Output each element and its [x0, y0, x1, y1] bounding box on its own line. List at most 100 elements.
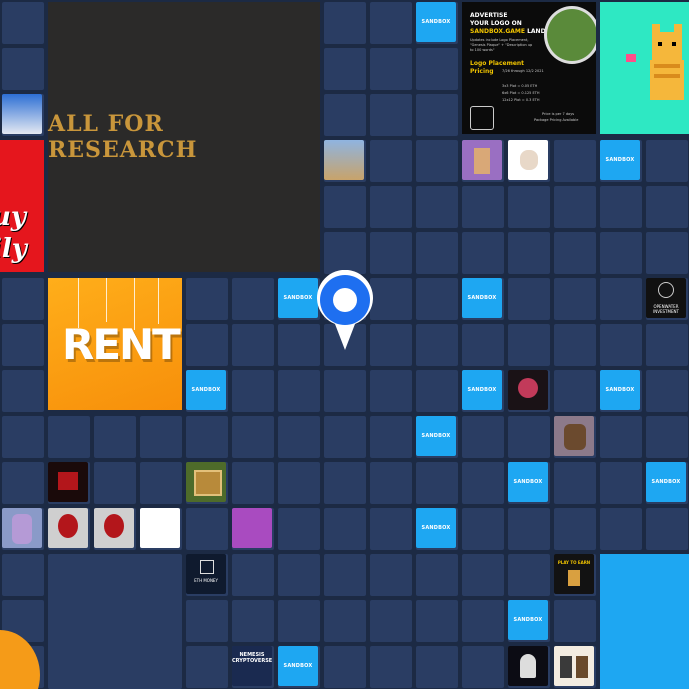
land-parcel[interactable]: [646, 140, 688, 182]
land-parcel[interactable]: [508, 186, 550, 228]
sandbox-land[interactable]: SANDBOX: [416, 508, 456, 548]
land-parcel[interactable]: [646, 370, 688, 412]
land-parcel[interactable]: [416, 370, 458, 412]
estate-advertise[interactable]: ADVERTISE YOUR LOGO ON SANDBOX.GAME LAND…: [462, 2, 596, 134]
land-parcel[interactable]: [2, 2, 44, 44]
land-parcel[interactable]: [646, 508, 688, 550]
land-parcel[interactable]: [508, 278, 550, 320]
land-parcel[interactable]: [278, 554, 320, 596]
land-parcel[interactable]: [600, 508, 642, 550]
land-tile-play-to-earn[interactable]: PLAY TO EARN: [554, 554, 594, 594]
land-parcel[interactable]: [94, 462, 136, 504]
land-parcel[interactable]: [324, 508, 366, 550]
land-parcel[interactable]: [278, 416, 320, 458]
land-parcel[interactable]: [324, 646, 366, 688]
land-parcel[interactable]: [324, 48, 366, 90]
land-parcel[interactable]: [508, 324, 550, 366]
land-parcel[interactable]: [370, 600, 412, 642]
land-parcel[interactable]: [600, 416, 642, 458]
land-tile-blank[interactable]: [140, 508, 180, 548]
land-parcel[interactable]: [600, 324, 642, 366]
land-parcel[interactable]: [2, 324, 44, 366]
land-tile-image[interactable]: [554, 646, 594, 686]
land-parcel[interactable]: [462, 462, 504, 504]
land-tile-image[interactable]: [94, 508, 134, 548]
land-parcel[interactable]: [186, 600, 228, 642]
land-parcel[interactable]: [646, 232, 688, 274]
land-parcel[interactable]: [2, 278, 44, 320]
land-parcel[interactable]: [554, 278, 596, 320]
estate-rent[interactable]: RENT: [48, 278, 182, 410]
land-parcel[interactable]: [370, 186, 412, 228]
land-parcel[interactable]: [462, 232, 504, 274]
land-parcel[interactable]: [462, 324, 504, 366]
land-parcel[interactable]: [416, 324, 458, 366]
land-parcel[interactable]: [370, 370, 412, 412]
land-tile-ethmoney[interactable]: ETH MONEY: [186, 554, 226, 594]
estate-pixel-cat[interactable]: [600, 2, 689, 134]
land-parcel[interactable]: [554, 462, 596, 504]
sandbox-land[interactable]: SANDBOX: [600, 370, 640, 410]
sandbox-land[interactable]: SANDBOX: [462, 370, 502, 410]
land-parcel[interactable]: [462, 646, 504, 688]
land-parcel[interactable]: [324, 370, 366, 412]
land-parcel[interactable]: [140, 416, 182, 458]
land-parcel[interactable]: [370, 508, 412, 550]
land-parcel[interactable]: [324, 600, 366, 642]
land-parcel[interactable]: [554, 370, 596, 412]
land-parcel[interactable]: [646, 416, 688, 458]
land-parcel[interactable]: [186, 278, 228, 320]
sandbox-land[interactable]: SANDBOX: [278, 278, 318, 318]
land-parcel[interactable]: [508, 554, 550, 596]
land-parcel[interactable]: [462, 554, 504, 596]
land-parcel[interactable]: [232, 554, 274, 596]
land-tile-image[interactable]: [508, 646, 548, 686]
sandbox-land[interactable]: SANDBOX: [508, 462, 548, 502]
sandbox-land[interactable]: SANDBOX: [508, 600, 548, 640]
land-parcel[interactable]: [416, 186, 458, 228]
estate-block[interactable]: [48, 554, 182, 689]
land-parcel[interactable]: [416, 278, 458, 320]
land-parcel[interactable]: [370, 462, 412, 504]
land-tile-punk[interactable]: [462, 140, 502, 180]
sandbox-land[interactable]: SANDBOX: [416, 416, 456, 456]
land-parcel[interactable]: [554, 324, 596, 366]
sandbox-land[interactable]: SANDBOX: [186, 370, 226, 410]
land-parcel[interactable]: [600, 462, 642, 504]
estate-blue[interactable]: [600, 554, 689, 689]
land-parcel[interactable]: [324, 554, 366, 596]
land-parcel[interactable]: [2, 416, 44, 458]
land-parcel[interactable]: [370, 416, 412, 458]
land-parcel[interactable]: [370, 554, 412, 596]
land-parcel[interactable]: [232, 600, 274, 642]
sandbox-land[interactable]: SANDBOX: [646, 462, 686, 502]
land-tile-image[interactable]: [48, 508, 88, 548]
land-tile-ape[interactable]: [2, 508, 42, 548]
land-parcel[interactable]: [370, 94, 412, 136]
land-parcel[interactable]: [370, 646, 412, 688]
land-parcel[interactable]: [186, 416, 228, 458]
land-parcel[interactable]: [508, 416, 550, 458]
land-tile-nemesis[interactable]: NEMESIS CRYPTOVERSE: [232, 646, 272, 686]
sandbox-land[interactable]: SANDBOX: [462, 278, 502, 318]
land-parcel[interactable]: [600, 278, 642, 320]
land-map[interactable]: ALL FOR RESEARCH RENT ADVERTISE YOUR LOG…: [0, 0, 689, 689]
land-parcel[interactable]: [324, 232, 366, 274]
land-parcel[interactable]: [232, 278, 274, 320]
land-parcel[interactable]: [94, 416, 136, 458]
location-pin-icon[interactable]: [313, 270, 377, 352]
land-parcel[interactable]: [278, 370, 320, 412]
land-parcel[interactable]: [600, 186, 642, 228]
land-tile-image[interactable]: [48, 462, 88, 502]
land-parcel[interactable]: [370, 232, 412, 274]
land-parcel[interactable]: [554, 600, 596, 642]
land-parcel[interactable]: [324, 94, 366, 136]
estate-all-for-research[interactable]: ALL FOR RESEARCH: [48, 2, 320, 272]
land-tile-image[interactable]: [508, 140, 548, 180]
sandbox-land[interactable]: SANDBOX: [600, 140, 640, 180]
land-parcel[interactable]: [324, 416, 366, 458]
land-parcel[interactable]: [2, 48, 44, 90]
sandbox-land[interactable]: SANDBOX: [416, 2, 456, 42]
land-parcel[interactable]: [416, 94, 458, 136]
land-parcel[interactable]: [554, 232, 596, 274]
